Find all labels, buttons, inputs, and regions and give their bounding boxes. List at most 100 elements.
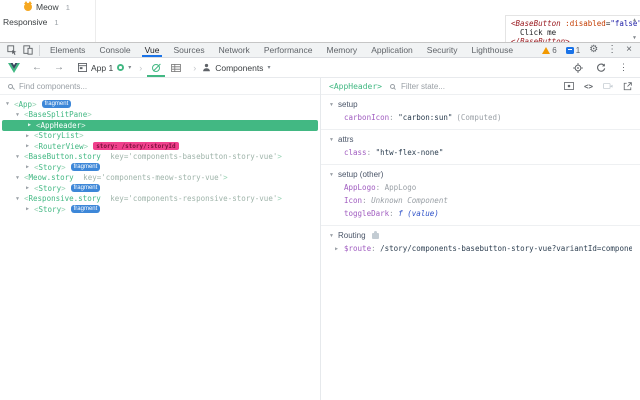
state-value: "carbon:sun" (398, 113, 452, 122)
app-selector-label: App 1 (91, 63, 113, 73)
devtools-tab-security[interactable]: Security (420, 43, 465, 57)
tree-node-appheader[interactable]: ▶<AppHeader> (2, 120, 318, 131)
collapse-arrow-icon[interactable]: ▼ (16, 154, 24, 160)
section-header[interactable]: ▼Routing (321, 231, 640, 240)
state-value: /story/components-basebutton-story-vue?v… (380, 244, 632, 253)
component-tag-name: BaseSplitPane (29, 110, 88, 119)
collapse-arrow-icon[interactable]: ▼ (16, 112, 24, 118)
story-item-meow[interactable]: Meow 1 (24, 1, 70, 13)
scroll-down-icon[interactable]: ▼ (633, 36, 636, 41)
devtools-menu-icon[interactable]: ⋮ (607, 45, 617, 55)
selected-component-tag: <AppHeader> (329, 82, 382, 91)
tree-node-story[interactable]: ▶<Story>fragment (0, 162, 320, 173)
inspect-dom-icon[interactable]: <> (584, 82, 593, 91)
history-back-icon[interactable]: ← (32, 63, 42, 73)
devtools-tab-network[interactable]: Network (212, 43, 257, 57)
scroll-to-component-icon[interactable] (564, 82, 574, 90)
refresh-icon[interactable] (596, 63, 606, 73)
app-selector[interactable]: App 1 ▾ (78, 63, 131, 73)
story-item-label: Meow (36, 2, 59, 12)
tag-bracket: > (79, 131, 84, 140)
devtools-tab-lighthouse[interactable]: Lighthouse (465, 43, 521, 57)
state-item-applogo: AppLogo: AppLogo (321, 183, 640, 192)
collapse-arrow-icon[interactable]: ▼ (16, 175, 24, 181)
inspect-element-icon[interactable] (4, 43, 20, 57)
settings-gear-icon[interactable]: ⚙ (589, 45, 598, 55)
section-header[interactable]: ▼attrs (321, 135, 640, 144)
device-toolbar-icon[interactable] (20, 43, 36, 57)
inspector-selector-label: Components (215, 63, 263, 73)
story-item-responsive[interactable]: Responsive 1 (3, 16, 59, 28)
search-icon (390, 84, 395, 89)
collapse-arrow-icon[interactable]: ▼ (329, 172, 338, 178)
code-scrollbar[interactable]: ▲ ▼ (630, 18, 639, 41)
expand-arrow-icon[interactable]: ▶ (335, 246, 344, 252)
filter-state-input[interactable] (401, 82, 556, 91)
vue-logo-icon (8, 63, 20, 73)
breadcrumb-chevron-icon: › (193, 63, 196, 73)
collapse-arrow-icon[interactable]: ▼ (6, 101, 14, 107)
tree-node-responsive-story[interactable]: ▼<Responsive.story key='components-respo… (0, 194, 320, 205)
devtools-tab-performance[interactable]: Performance (257, 43, 320, 57)
state-section-attrs: ▼attrsclass: "htw-flex-none" (321, 130, 640, 165)
vue-devtools-main: ▼<App>fragment▼<BaseSplitPane>▶<AppHeade… (0, 78, 640, 400)
tree-node-story[interactable]: ▶<Story>fragment (0, 183, 320, 194)
state-key: carbonIcon (344, 113, 389, 122)
close-devtools-icon[interactable]: × (626, 45, 632, 55)
state-item--route[interactable]: ▶$route: /story/components-basebutton-st… (321, 244, 640, 253)
section-header[interactable]: ▼setup (321, 100, 640, 109)
scroll-up-icon[interactable]: ▲ (633, 18, 636, 23)
browser-page-area: Meow 1 Responsive 1 <BaseButton :disable… (0, 0, 640, 42)
render-code-icon[interactable] (603, 82, 613, 90)
code-text: Click me (511, 28, 556, 37)
devtools-tab-console[interactable]: Console (92, 43, 137, 57)
inspector-selector[interactable]: Components ▾ (202, 63, 270, 73)
custom-inspector-grid-icon[interactable] (167, 58, 185, 77)
collapse-arrow-icon[interactable]: ▼ (329, 233, 338, 239)
devtools-tab-sources[interactable]: Sources (166, 43, 211, 57)
find-components-bar (0, 78, 320, 95)
devtools-tab-application[interactable]: Application (364, 43, 420, 57)
devtools-tabs: ElementsConsoleVueSourcesNetworkPerforma… (43, 43, 520, 57)
collapse-arrow-icon[interactable]: ▼ (16, 196, 24, 202)
vue-toolbar-actions: ⋮ (573, 62, 628, 73)
find-components-input[interactable] (19, 82, 312, 91)
tree-node-routerview[interactable]: ▶<RouterView>story: /story/:storyId (0, 141, 320, 152)
devtools-tab-memory[interactable]: Memory (319, 43, 364, 57)
chevron-down-icon: ▾ (128, 64, 131, 71)
state-section-setup-other-: ▼setup (other)AppLogo: AppLogoIcon: Unkn… (321, 165, 640, 226)
app-frame-icon (78, 63, 87, 72)
state-item-carbonicon: carbonIcon: "carbon:sun"(Computed) (321, 113, 640, 122)
issues-icon (566, 47, 574, 54)
vue-menu-dots-icon[interactable]: ⋮ (619, 62, 628, 73)
tree-node-storylist[interactable]: ▶<StoryList> (0, 131, 320, 142)
code-tag: <BaseButton (511, 19, 561, 28)
components-inspector-tab[interactable] (145, 58, 167, 77)
tag-bracket: > (81, 121, 86, 130)
component-key-attr: key='components-basebutton-story-vue' (106, 152, 278, 161)
open-in-editor-icon[interactable] (623, 82, 632, 91)
expand-arrow-icon[interactable]: ▶ (26, 133, 34, 139)
section-header[interactable]: ▼setup (other) (321, 170, 640, 179)
expand-arrow-icon[interactable]: ▶ (26, 143, 34, 149)
devtools-tab-elements[interactable]: Elements (43, 43, 92, 57)
devtools-tab-vue[interactable]: Vue (138, 43, 167, 57)
tree-node-meow-story[interactable]: ▼<Meow.story key='components-meow-story-… (0, 173, 320, 184)
expand-arrow-icon[interactable]: ▶ (28, 122, 36, 128)
state-colon: : (367, 148, 376, 157)
expand-arrow-icon[interactable]: ▶ (26, 164, 34, 170)
warnings-badge[interactable]: 6 (542, 46, 556, 55)
tree-node-story[interactable]: ▶<Story>fragment (0, 204, 320, 215)
select-component-target-icon[interactable] (573, 63, 583, 73)
tree-node-basesplitpane[interactable]: ▼<BaseSplitPane> (0, 110, 320, 121)
fragment-badge: fragment (71, 163, 101, 171)
collapse-arrow-icon[interactable]: ▼ (329, 102, 338, 108)
collapse-arrow-icon[interactable]: ▼ (329, 137, 338, 143)
issues-badge[interactable]: 1 (566, 46, 580, 55)
expand-arrow-icon[interactable]: ▶ (26, 185, 34, 191)
tree-node-basebutton-story[interactable]: ▼<BaseButton.story key='components-baseb… (0, 152, 320, 163)
state-key: $route (344, 244, 371, 253)
history-forward-icon[interactable]: → (54, 63, 64, 73)
tree-node-app[interactable]: ▼<App>fragment (0, 99, 320, 110)
expand-arrow-icon[interactable]: ▶ (26, 206, 34, 212)
